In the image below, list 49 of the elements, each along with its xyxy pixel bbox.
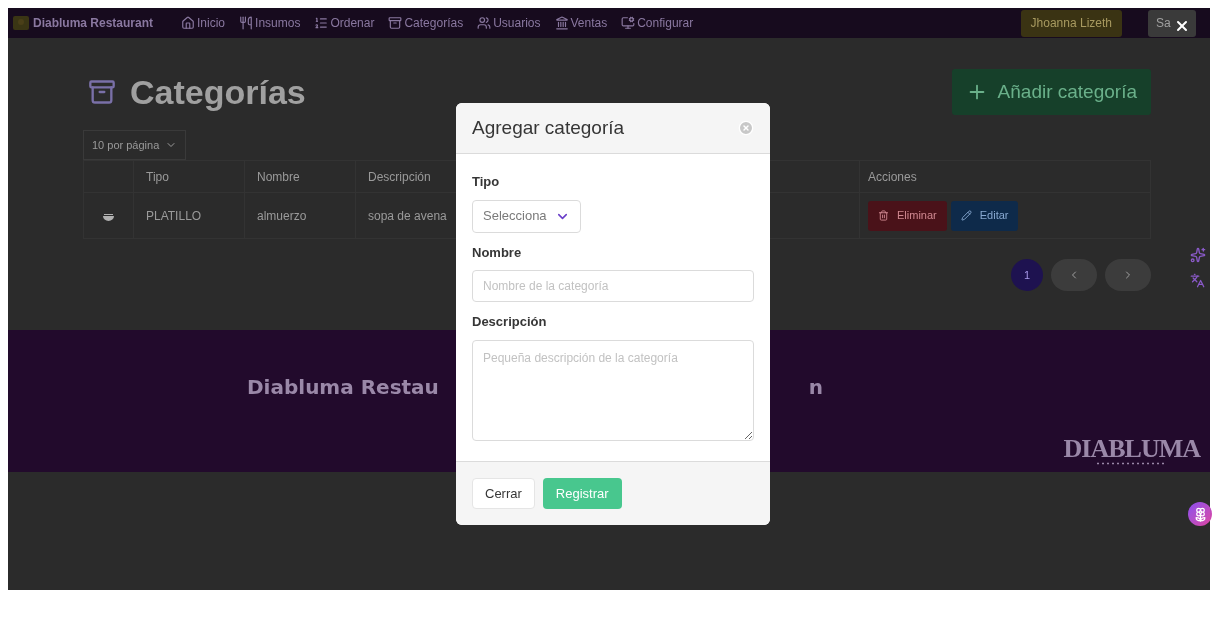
modal-title: Agregar categoría <box>472 115 625 140</box>
nav-link[interactable]: Configurar <box>621 14 694 32</box>
logout-button[interactable]: Sa <box>1148 9 1196 37</box>
add-category-button[interactable]: Añadir categoría <box>951 69 1151 115</box>
brand-name[interactable]: Diabluma Restaurant <box>33 14 154 32</box>
name-input-field[interactable]: Nombre de la categoría <box>472 270 754 302</box>
utensils-icon <box>239 16 254 30</box>
field-label: Tipo <box>472 173 501 191</box>
table-cell: PLATILLO <box>146 208 202 223</box>
close-button[interactable]: Cerrar <box>472 478 535 509</box>
footer-title: n <box>808 374 824 401</box>
footer-title: Diabluma Restau <box>247 374 439 401</box>
field-label: Nombre <box>472 243 523 262</box>
archive-icon <box>88 78 116 106</box>
logo-dots-icon <box>1096 462 1167 465</box>
translate-icon[interactable] <box>1190 273 1205 288</box>
nav-link[interactable]: Ventas <box>554 14 608 32</box>
list-icon <box>314 16 329 30</box>
footer-logo: DIABLUMA <box>1063 436 1200 462</box>
archive-icon <box>388 16 403 30</box>
column-header: Nombre <box>257 169 300 184</box>
restaurant-logo-icon <box>12 15 30 31</box>
edit-button[interactable]: Editar <box>950 200 1019 231</box>
per-page-select[interactable]: 10 por página <box>83 130 187 160</box>
trash-icon <box>878 210 889 221</box>
monitor-gear-icon <box>621 16 636 30</box>
table-cell: sopa de avena <box>368 208 447 223</box>
page-title: Categorías <box>130 75 306 109</box>
users-icon <box>477 16 492 30</box>
bowl-icon <box>103 211 114 222</box>
column-header: Tipo <box>146 169 169 184</box>
column-header: Acciones <box>868 169 917 184</box>
nav-link[interactable]: Insumos <box>239 14 301 32</box>
nav-link[interactable]: Usuarios <box>477 14 541 32</box>
page-button[interactable]: 1 <box>1011 259 1043 291</box>
type-select[interactable]: Selecciona <box>472 199 581 233</box>
house-icon <box>181 16 196 30</box>
field-label: Descripción <box>472 313 548 331</box>
nav-link[interactable]: Inicio <box>181 14 226 32</box>
table-cell: almuerzo <box>257 208 307 223</box>
pencil-icon <box>960 210 972 221</box>
nav-link[interactable]: Categorías <box>388 14 464 32</box>
description-textarea-field[interactable]: Pequeña descripción de la categoría <box>472 339 754 441</box>
nav-link[interactable]: Ordenar <box>314 14 375 32</box>
user-button[interactable]: Jhoanna Lizeth <box>1020 9 1122 37</box>
building-icon <box>554 16 569 30</box>
sparkles-icon[interactable] <box>1190 247 1206 263</box>
delete-button[interactable]: Eliminar <box>868 200 947 231</box>
column-header: Descripción <box>368 169 431 184</box>
